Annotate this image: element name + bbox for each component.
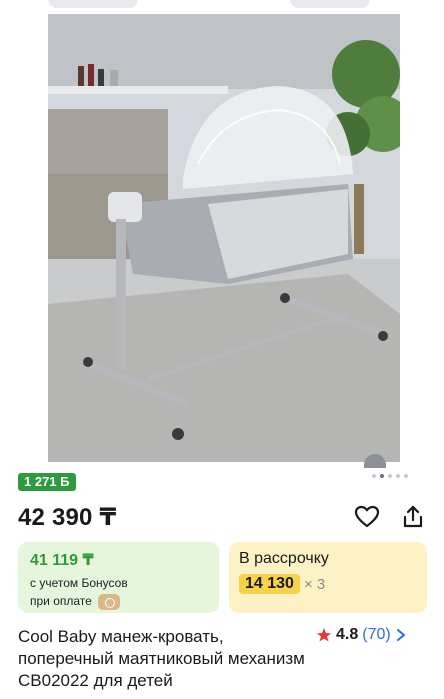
product-rating[interactable]: 4.8 (70) — [316, 626, 407, 644]
bonus-price-description: с учетом Бонусов при оплате — [30, 574, 207, 610]
bonus-points-text: 1 271 Б — [24, 474, 70, 489]
product-image-gallery[interactable] — [48, 14, 400, 462]
installment-multiplier: × 3 — [303, 575, 326, 593]
favorite-button[interactable] — [352, 502, 382, 532]
bonus-price-line1: с учетом Бонусов — [30, 576, 128, 590]
bonus-coin-icon — [97, 593, 120, 610]
heart-icon — [354, 505, 380, 528]
bonus-points-badge: 1 271 Б — [18, 473, 76, 491]
top-pill-left — [48, 0, 138, 8]
product-price: 42 390 ₸ — [18, 504, 117, 531]
rating-score: 4.8 — [336, 626, 359, 643]
gallery-dot[interactable] — [404, 474, 408, 478]
chevron-right-icon[interactable] — [395, 628, 407, 642]
bonus-price-line2: при оплате — [30, 594, 92, 608]
share-button[interactable] — [398, 502, 428, 532]
star-icon — [317, 628, 331, 642]
gallery-dot[interactable] — [396, 474, 400, 478]
gallery-dot-active[interactable] — [380, 474, 384, 478]
gallery-dot[interactable] — [388, 474, 392, 478]
installment-card[interactable]: В рассрочку 14 130 × 3 — [229, 542, 427, 613]
product-title: Cool Baby манеж-кровать, поперечный маят… — [18, 627, 305, 690]
rating-count[interactable]: (70) — [362, 626, 390, 644]
gallery-dot[interactable] — [372, 474, 376, 478]
top-bar-remnant — [0, 0, 444, 14]
product-photo — [48, 14, 400, 462]
gallery-pagination-dots — [372, 474, 408, 478]
bonus-price-card[interactable]: 41 119 ₸ с учетом Бонусов при оплате — [18, 542, 219, 613]
top-pill-right — [290, 0, 370, 8]
bonus-price-amount: 41 119 ₸ — [30, 552, 94, 569]
installment-amount: 14 130 — [239, 574, 300, 594]
bonus-price-line2-row: при оплате — [30, 592, 207, 610]
share-icon — [403, 505, 423, 528]
installment-title: В рассрочку — [239, 550, 329, 567]
installment-row: 14 130 × 3 — [239, 574, 417, 594]
